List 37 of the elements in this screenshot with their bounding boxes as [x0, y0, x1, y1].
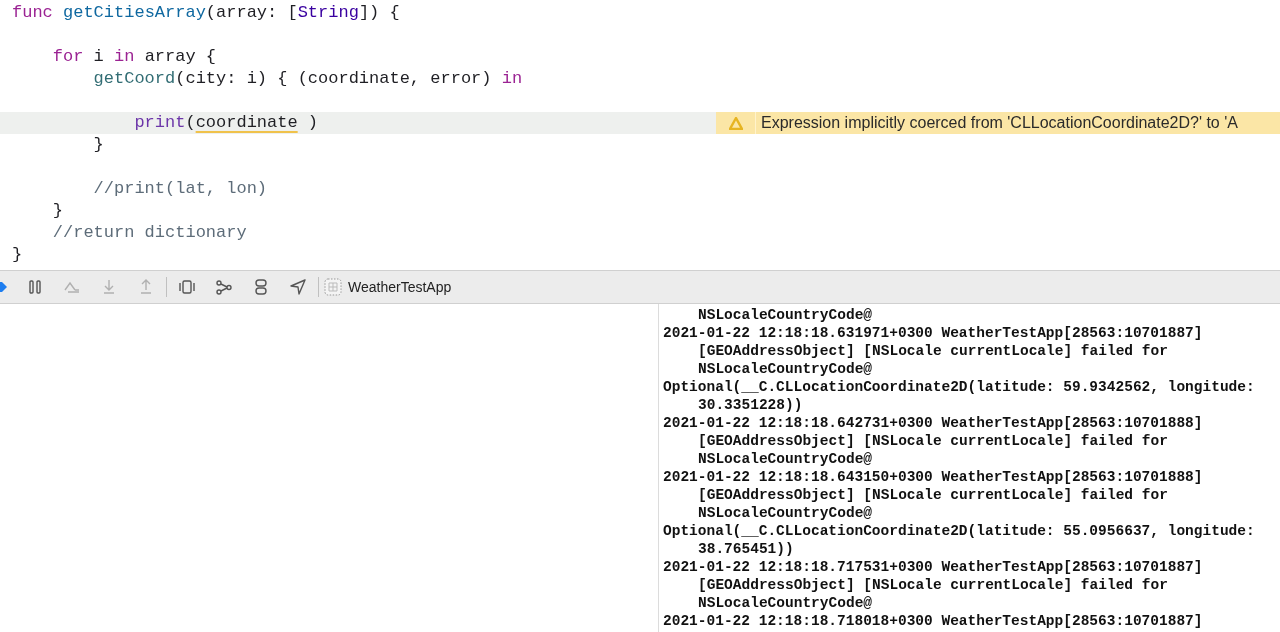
console-line: Optional(__C.CLLocationCoordinate2D(latitude: 59.9342562, longitude: — [663, 378, 1256, 396]
console-line: [GEOAddressObject] [NSLocale currentLocale] failed for — [697, 576, 1169, 594]
code-line: } — [92, 134, 105, 156]
console-line: 2021-01-22 12:18:18.717531+0300 WeatherTestApp[28563:10701887] — [663, 558, 1204, 576]
console-line: Optional(__C.CLLocationCoordinate2D(latitude: 55.0956637, longitude: — [663, 522, 1256, 540]
console-line: NSLocaleCountryCode@ — [697, 450, 874, 468]
console-line: [GEOAddressObject] [NSLocale currentLocale] failed for — [697, 432, 1169, 450]
pause-icon[interactable] — [26, 278, 44, 296]
code-line: for i in array { — [51, 46, 218, 68]
breakpoint-icon[interactable] — [0, 280, 7, 294]
code-line: print(coordinate ) — [133, 112, 320, 134]
console-line: [GEOAddressObject] [NSLocale currentLocale] failed for — [697, 342, 1169, 360]
console-line: NSLocaleCountryCode@ — [697, 360, 874, 378]
console-line: 2021-01-22 12:18:18.631971+0300 WeatherTestApp[28563:10701887] — [663, 324, 1204, 342]
location-arrow-icon[interactable] — [289, 278, 307, 296]
view-hierarchy-icon[interactable] — [178, 278, 196, 296]
console-line: 2021-01-22 12:18:18.642731+0300 WeatherTestApp[28563:10701888] — [663, 414, 1204, 432]
warning-icon — [728, 116, 743, 130]
toggle-icon[interactable] — [252, 278, 270, 296]
code-line: //print(lat, lon) — [92, 178, 269, 200]
console-line: 30.3351228)) — [697, 396, 804, 414]
console-line: NSLocaleCountryCode@ — [697, 306, 874, 324]
scheme-label[interactable]: WeatherTestApp — [348, 276, 452, 298]
code-line: func getCitiesArray(array: [String]) { — [11, 2, 401, 24]
code-line: } — [11, 244, 24, 266]
console-line: NSLocaleCountryCode@ — [697, 504, 874, 522]
app-icon — [324, 278, 342, 296]
console-line: 2021-01-22 12:18:18.643150+0300 WeatherTestApp[28563:10701888] — [663, 468, 1204, 486]
code-line: } — [51, 200, 64, 222]
console-line: 2021-01-22 12:18:18.718018+0300 WeatherTestApp[28563:10701887] — [663, 612, 1204, 630]
console-line: NSLocaleCountryCode@ — [697, 594, 874, 612]
code-line: //return dictionary — [51, 222, 248, 244]
console-line: [GEOAddressObject] [NSLocale currentLocale] failed for — [697, 486, 1169, 504]
graph-icon[interactable] — [215, 278, 233, 296]
code-line: getCoord(city: i) { (coordinate, error) in — [92, 68, 524, 90]
console-line: 38.765451)) — [697, 540, 795, 558]
warning-message: Expression implicitly coerced from 'CLLocationCoordinate2D?' to 'A — [760, 113, 1238, 133]
